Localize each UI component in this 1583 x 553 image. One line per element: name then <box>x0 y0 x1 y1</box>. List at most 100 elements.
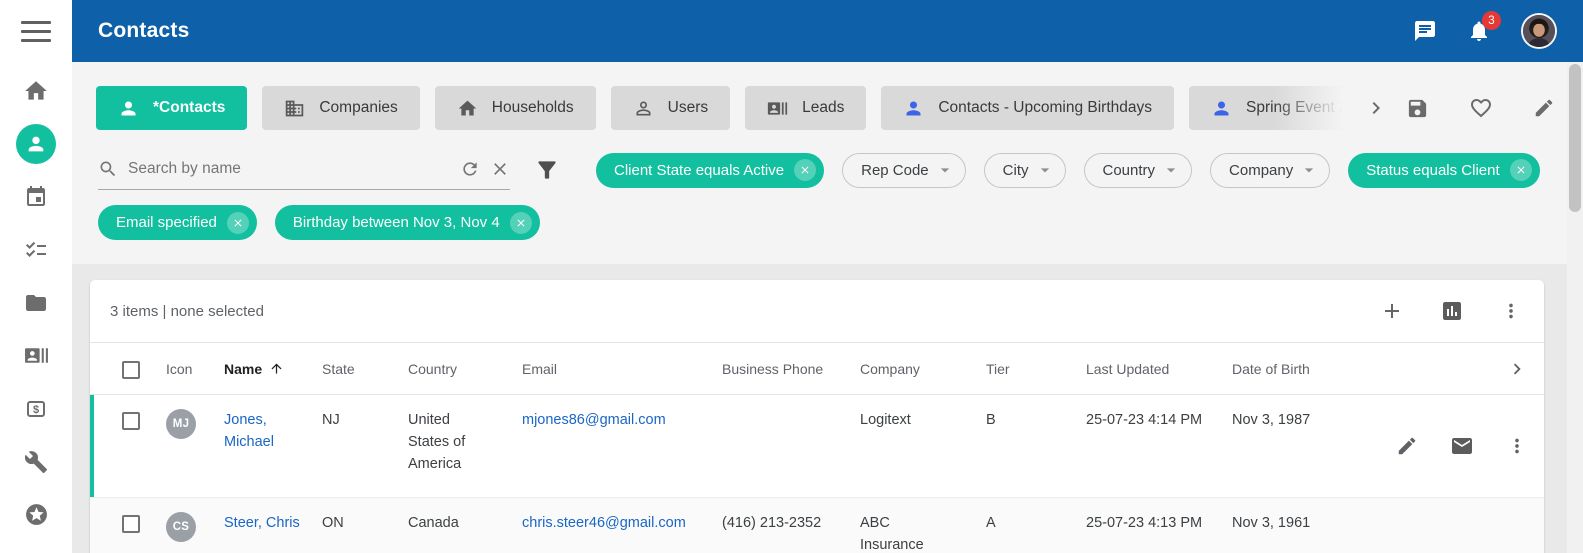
notifications-icon[interactable]: 3 <box>1467 19 1491 43</box>
sidebar-item-leads[interactable] <box>0 329 72 382</box>
menu-icon[interactable] <box>21 21 51 42</box>
view-tabs: *Contacts Companies Households Users Lea… <box>96 86 1555 130</box>
sidebar-item-tools[interactable] <box>0 435 72 488</box>
more-vert-icon[interactable] <box>1500 300 1522 322</box>
chart-icon[interactable] <box>1440 299 1464 323</box>
filter-chips-row1: Client State equals Active Rep Code City… <box>596 153 1540 188</box>
page-title: Contacts <box>98 19 189 43</box>
column-header-state[interactable]: State <box>310 361 396 377</box>
cell-state: ON <box>310 498 396 534</box>
chevron-right-icon[interactable] <box>1364 96 1388 120</box>
tab-upcoming-birthdays[interactable]: Contacts - Upcoming Birthdays <box>881 86 1174 130</box>
filter-panel: *Contacts Companies Households Users Lea… <box>72 62 1583 264</box>
filter-chip-city[interactable]: City <box>984 153 1066 188</box>
add-icon[interactable] <box>1380 299 1404 323</box>
column-header-icon[interactable]: Icon <box>154 361 212 377</box>
scroll-columns-right-icon[interactable] <box>1506 358 1528 380</box>
column-header-tier[interactable]: Tier <box>974 361 1074 377</box>
cell-company: ABC Insurance <box>860 512 932 553</box>
favorite-icon[interactable] <box>1469 96 1493 120</box>
tab-leads[interactable]: Leads <box>745 86 866 130</box>
search-icon <box>98 159 118 179</box>
tab-users[interactable]: Users <box>611 86 730 130</box>
contact-email-link[interactable]: chris.steer46@gmail.com <box>522 515 686 531</box>
search-filter-row: Client State equals Active Rep Code City… <box>98 150 1563 190</box>
sidebar-item-billing[interactable]: $ <box>0 382 72 435</box>
filter-chip-client-state[interactable]: Client State equals Active <box>596 153 824 188</box>
clear-icon[interactable] <box>490 159 510 179</box>
left-sidebar: $ <box>0 0 72 553</box>
row-checkbox[interactable] <box>122 515 140 533</box>
select-all-checkbox[interactable] <box>122 361 140 379</box>
chip-label: Rep Code <box>861 162 929 179</box>
more-vert-icon[interactable] <box>1506 435 1528 457</box>
filter-icon[interactable] <box>534 157 560 183</box>
grid-toolbar: 3 items | none selected <box>90 280 1544 342</box>
sidebar-item-calendar[interactable] <box>0 170 72 223</box>
cell-last-updated: 25-07-23 4:13 PM <box>1074 498 1220 534</box>
chip-label: Status equals Client <box>1366 162 1499 179</box>
sidebar-item-favorites[interactable] <box>0 488 72 541</box>
contact-name-link[interactable]: Jones, Michael <box>224 409 310 453</box>
row-checkbox[interactable] <box>122 412 140 430</box>
grid-header-row: Icon Name State Country Email Business P… <box>90 342 1544 395</box>
cell-last-updated: 25-07-23 4:14 PM <box>1074 395 1220 431</box>
tab-companies[interactable]: Companies <box>262 86 419 130</box>
table-row[interactable]: MJ Jones, Michael NJ United States of Am… <box>90 395 1544 497</box>
save-icon[interactable] <box>1406 97 1429 120</box>
person-icon <box>1211 98 1232 119</box>
filter-chip-country[interactable]: Country <box>1084 153 1193 188</box>
column-header-name[interactable]: Name <box>212 361 310 377</box>
tab-label: Contacts - Upcoming Birthdays <box>938 99 1152 117</box>
email-icon[interactable] <box>1450 434 1474 458</box>
contact-name-link[interactable]: Steer, Chris <box>224 512 300 534</box>
remove-filter-icon[interactable] <box>510 212 532 234</box>
sidebar-item-home[interactable] <box>0 64 72 117</box>
filter-chip-rep-code[interactable]: Rep Code <box>842 153 966 188</box>
scrollbar-thumb[interactable] <box>1569 64 1581 212</box>
chevron-down-icon <box>1161 160 1181 180</box>
chat-icon[interactable] <box>1413 19 1437 43</box>
filter-chip-status[interactable]: Status equals Client <box>1348 153 1539 188</box>
cell-business-phone: (416) 213-2352 <box>710 498 848 534</box>
tab-contacts[interactable]: *Contacts <box>96 86 247 130</box>
sidebar-item-tasks[interactable] <box>0 223 72 276</box>
chip-label: Country <box>1103 162 1156 179</box>
tab-households[interactable]: Households <box>435 86 596 130</box>
contact-email-link[interactable]: mjones86@gmail.com <box>522 412 666 428</box>
vertical-scrollbar[interactable] <box>1567 62 1583 553</box>
tab-label: Spring Event 2023 Me <box>1246 99 1343 117</box>
folder-icon <box>24 291 48 315</box>
filter-chip-email-specified[interactable]: Email specified <box>98 205 257 240</box>
avatar: MJ <box>166 409 196 439</box>
column-header-date-of-birth[interactable]: Date of Birth <box>1220 361 1370 377</box>
edit-icon[interactable] <box>1396 435 1418 457</box>
edit-icon[interactable] <box>1533 97 1555 119</box>
column-header-country[interactable]: Country <box>396 361 510 377</box>
column-header-business-phone[interactable]: Business Phone <box>710 361 848 377</box>
chevron-down-icon <box>1299 160 1319 180</box>
tab-spring-event[interactable]: Spring Event 2023 Me <box>1189 86 1343 130</box>
person-icon <box>118 98 139 119</box>
tab-label: Leads <box>802 99 844 117</box>
cell-date-of-birth: Nov 3, 1961 <box>1220 498 1370 534</box>
sidebar-item-folder[interactable] <box>0 276 72 329</box>
cell-business-phone <box>710 395 848 409</box>
results-card: 3 items | none selected Icon Name State … <box>90 280 1544 553</box>
column-header-email[interactable]: Email <box>510 361 710 377</box>
favorites-icon <box>24 502 49 527</box>
search-input[interactable] <box>128 160 450 178</box>
remove-filter-icon[interactable] <box>1510 159 1532 181</box>
user-avatar[interactable] <box>1521 13 1557 49</box>
tasks-icon <box>24 238 48 262</box>
filter-chip-birthday[interactable]: Birthday between Nov 3, Nov 4 <box>275 205 540 240</box>
table-row[interactable]: CS Steer, Chris ON Canada chris.steer46@… <box>90 497 1544 553</box>
sidebar-item-contacts[interactable] <box>0 117 72 170</box>
refresh-icon[interactable] <box>460 159 480 179</box>
column-header-last-updated[interactable]: Last Updated <box>1074 361 1220 377</box>
filter-chip-company[interactable]: Company <box>1210 153 1330 188</box>
remove-filter-icon[interactable] <box>227 212 249 234</box>
leads-icon <box>24 343 49 368</box>
remove-filter-icon[interactable] <box>794 159 816 181</box>
column-header-company[interactable]: Company <box>848 361 974 377</box>
